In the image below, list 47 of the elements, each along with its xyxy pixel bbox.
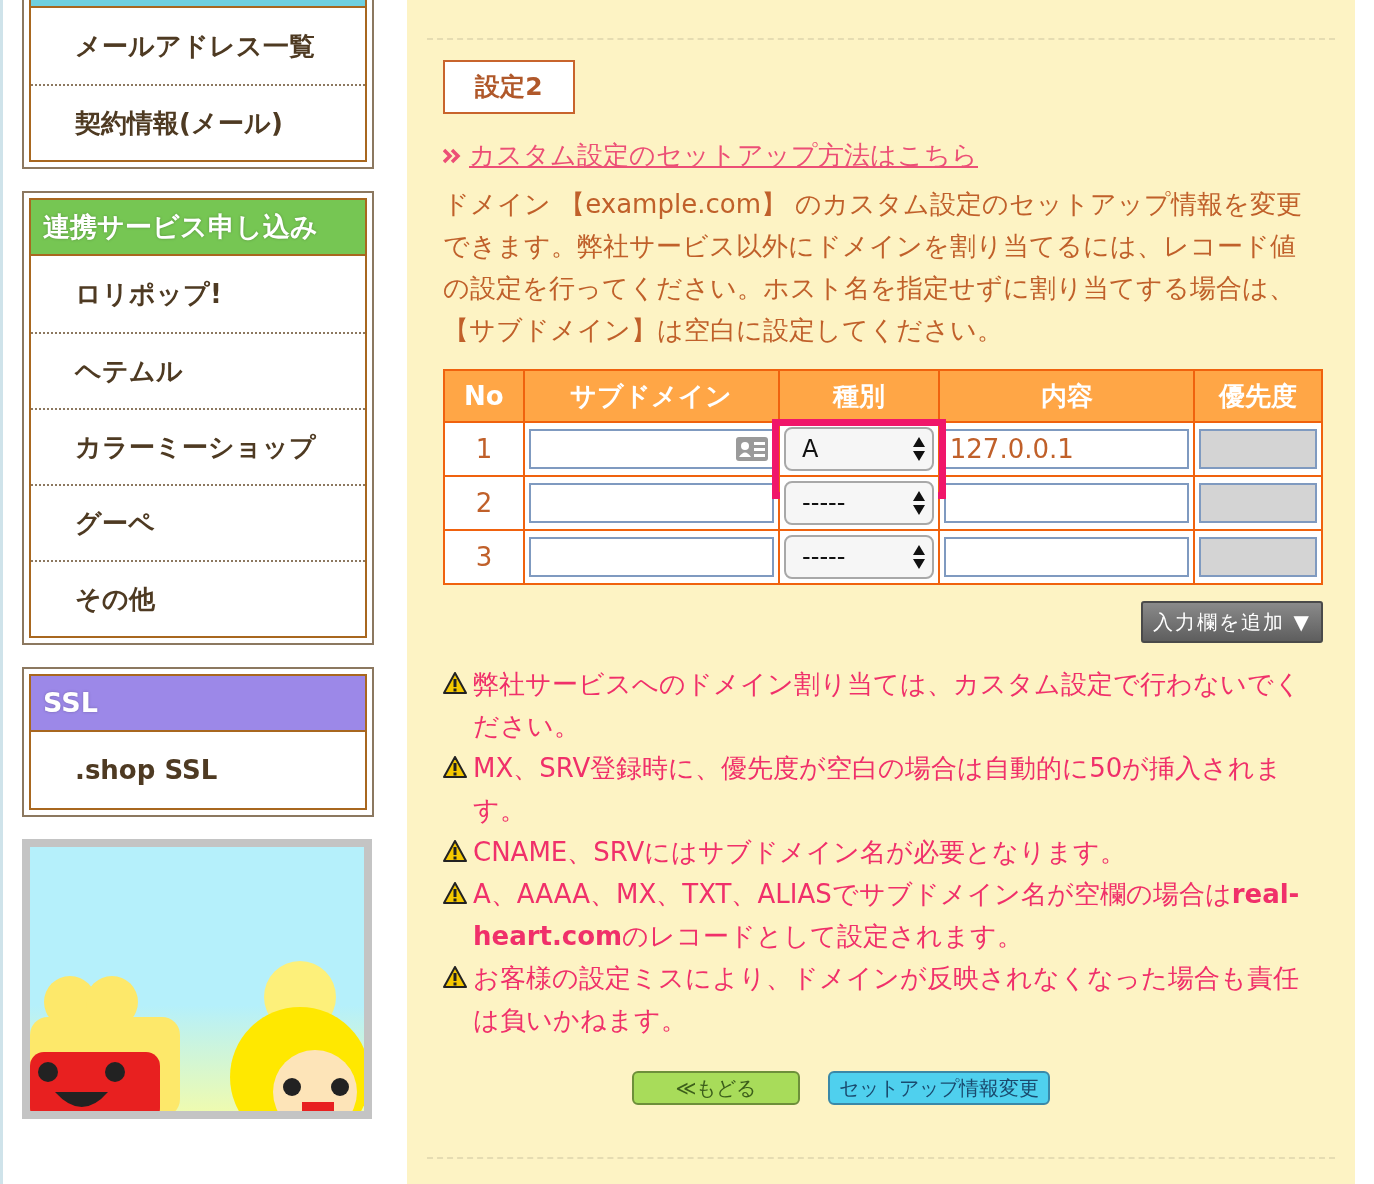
- description-text: ドメイン 【example.com】 のカスタム設定のセットアップ情報を変更できます。弊社サービス以外にドメインを割り当てるには、レコード値の設定を行ってください。ホスト名を指定せずに割り当てする場合は、【サブドメイン】は空白に設定してください。: [443, 188, 1304, 347]
- submit-button[interactable]: セットアップ情報変更: [828, 1071, 1050, 1105]
- warning-icon: [443, 756, 467, 778]
- sidebar-item[interactable]: カラーミーショップ: [31, 408, 365, 484]
- type-select[interactable]: -----: [784, 535, 934, 579]
- note-text: A、AAAA、MX、TXT、ALIASでサブドメイン名が空欄の場合はreal-heart.comのレコードとして設定されます。: [473, 878, 1301, 953]
- row-number: 3: [444, 530, 524, 584]
- warning-icon: [443, 840, 467, 862]
- sidebar-item[interactable]: メールアドレス一覧: [31, 8, 365, 84]
- type-select[interactable]: A: [784, 427, 934, 471]
- up-down-arrows-icon: [911, 544, 926, 570]
- note-text: CNAME、SRVにはサブドメイン名が必要となります。: [473, 836, 1127, 869]
- note-text: 弊社サービスへのドメイン割り当ては、カスタム設定で行わないでください。: [473, 668, 1302, 743]
- sidebar-item[interactable]: ロリポップ!: [31, 256, 365, 332]
- subdomain-field[interactable]: [528, 429, 775, 469]
- content-field[interactable]: 127.0.0.1: [943, 429, 1190, 469]
- contact-card-icon[interactable]: [736, 437, 769, 461]
- column-header: 内容: [938, 370, 1195, 422]
- note-text: お客様の設定ミスにより、ドメインが反映されなくなった場合も責任は負いかねます。: [473, 962, 1300, 1037]
- content-field[interactable]: [943, 483, 1190, 523]
- add-rows-button[interactable]: 入力欄を追加 ▼: [1141, 601, 1323, 643]
- column-header: サブドメイン: [523, 370, 780, 422]
- up-down-arrows-icon: [911, 490, 926, 516]
- sidebar-item[interactable]: 契約情報(メール): [31, 84, 365, 160]
- subdomain-field[interactable]: [528, 483, 775, 523]
- back-button[interactable]: ≪もどる: [632, 1071, 800, 1105]
- subdomain-field[interactable]: [528, 537, 775, 577]
- row-number: 2: [444, 476, 524, 530]
- warning-icon: [443, 672, 467, 694]
- sidebar-section-header: SSL: [31, 676, 365, 732]
- content-field[interactable]: [943, 537, 1190, 577]
- sidebar-item[interactable]: ヘテムル: [31, 332, 365, 408]
- row-number: 1: [444, 422, 524, 476]
- column-header: No: [444, 370, 524, 422]
- warning-icon: [443, 882, 467, 904]
- column-header: 優先度: [1194, 370, 1322, 422]
- up-down-arrows-icon: [911, 436, 926, 462]
- sidebar-section-header: 連携サービス申し込み: [31, 200, 365, 256]
- column-header: 種別: [779, 370, 939, 422]
- sidebar-item[interactable]: その他: [31, 560, 365, 636]
- sidebar-item[interactable]: .shop SSL: [31, 732, 365, 808]
- section-title: 設定2: [443, 60, 575, 114]
- double-chevron-icon: [443, 147, 461, 164]
- sidebar-item[interactable]: グーペ: [31, 484, 365, 560]
- warning-icon: [443, 966, 467, 988]
- note-text: MX、SRV登録時に、優先度が空白の場合は自動的に50が挿入されます。: [473, 752, 1284, 827]
- type-select[interactable]: -----: [784, 481, 934, 525]
